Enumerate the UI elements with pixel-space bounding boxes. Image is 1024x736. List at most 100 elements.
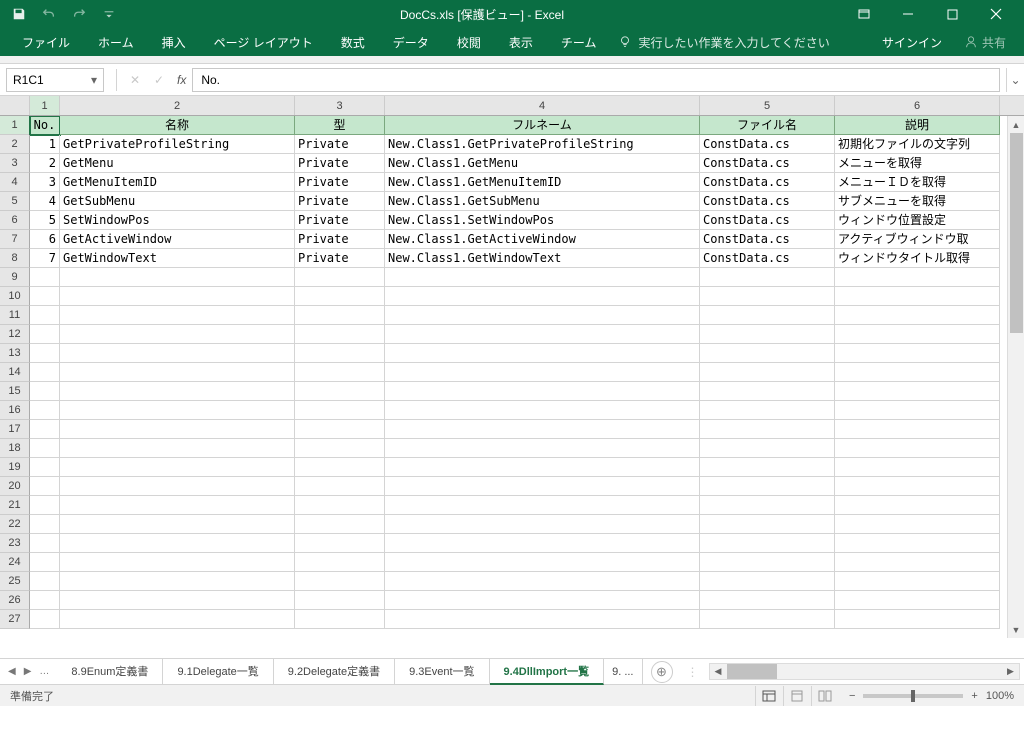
cell[interactable] (60, 496, 295, 515)
cell[interactable] (835, 553, 1000, 572)
tell-me[interactable]: 実行したい作業を入力してください (618, 34, 829, 51)
cell[interactable]: New.Class1.GetWindowText (385, 249, 700, 268)
row-header-17[interactable]: 17 (0, 420, 30, 439)
cell[interactable] (835, 439, 1000, 458)
cell[interactable] (835, 344, 1000, 363)
cell[interactable] (385, 420, 700, 439)
row-header-15[interactable]: 15 (0, 382, 30, 401)
cell[interactable] (700, 344, 835, 363)
cell[interactable] (60, 306, 295, 325)
cell[interactable] (60, 401, 295, 420)
cell[interactable]: Private (295, 135, 385, 154)
cell[interactable]: GetWindowText (60, 249, 295, 268)
cell[interactable] (835, 515, 1000, 534)
cell[interactable] (385, 477, 700, 496)
cell[interactable] (30, 287, 60, 306)
cell[interactable] (30, 382, 60, 401)
row-header-10[interactable]: 10 (0, 287, 30, 306)
cell[interactable] (835, 458, 1000, 477)
cell[interactable] (385, 572, 700, 591)
cell[interactable] (385, 268, 700, 287)
cell[interactable] (385, 515, 700, 534)
cell[interactable] (835, 363, 1000, 382)
cell[interactable] (700, 363, 835, 382)
cell[interactable] (295, 344, 385, 363)
formula-input[interactable]: No. (192, 68, 1000, 92)
cell[interactable] (60, 591, 295, 610)
col-header-4[interactable]: 4 (385, 96, 700, 115)
cell[interactable] (295, 591, 385, 610)
sheet-tab-0[interactable]: 8.9Enum定義書 (57, 659, 163, 685)
cell[interactable] (700, 496, 835, 515)
horizontal-scrollbar[interactable]: ◀ ▶ (709, 663, 1021, 680)
cell[interactable] (700, 401, 835, 420)
cell[interactable] (295, 496, 385, 515)
cell[interactable] (30, 363, 60, 382)
cell[interactable]: New.Class1.GetActiveWindow (385, 230, 700, 249)
row-header-1[interactable]: 1 (0, 116, 30, 135)
cell[interactable] (700, 553, 835, 572)
cell[interactable] (835, 325, 1000, 344)
row-header-16[interactable]: 16 (0, 401, 30, 420)
select-all-corner[interactable] (0, 96, 30, 115)
cell[interactable] (60, 382, 295, 401)
cell[interactable] (30, 401, 60, 420)
cell[interactable] (30, 344, 60, 363)
row-header-7[interactable]: 7 (0, 230, 30, 249)
cell[interactable]: 7 (30, 249, 60, 268)
cell[interactable] (385, 553, 700, 572)
cell[interactable]: Private (295, 249, 385, 268)
sheet-tab-4[interactable]: 9.4DllImport一覧 (490, 659, 605, 685)
scroll-right-button[interactable]: ▶ (1002, 666, 1019, 677)
cell[interactable] (385, 325, 700, 344)
cell[interactable]: GetSubMenu (60, 192, 295, 211)
cell[interactable]: GetPrivateProfileString (60, 135, 295, 154)
row-header-5[interactable]: 5 (0, 192, 30, 211)
expand-formula-bar[interactable]: ⌄ (1006, 68, 1024, 92)
undo-button[interactable] (36, 2, 62, 26)
share-button[interactable]: 共有 (954, 34, 1016, 51)
cell[interactable]: New.Class1.GetMenuItemID (385, 173, 700, 192)
cell[interactable] (30, 610, 60, 629)
cell[interactable] (60, 553, 295, 572)
cell[interactable] (30, 268, 60, 287)
cell[interactable] (60, 439, 295, 458)
sheet-nav-more[interactable]: … (39, 666, 49, 677)
cell[interactable] (835, 401, 1000, 420)
cell[interactable]: メニューＩＤを取得 (835, 173, 1000, 192)
cell[interactable] (60, 534, 295, 553)
cell[interactable]: ConstData.cs (700, 249, 835, 268)
cell[interactable]: ConstData.cs (700, 135, 835, 154)
scroll-left-button[interactable]: ◀ (710, 666, 727, 677)
cell[interactable] (30, 458, 60, 477)
cell[interactable]: 5 (30, 211, 60, 230)
spreadsheet-grid[interactable]: 123456 1No.名称型フルネームファイル名説明21GetPrivatePr… (0, 96, 1024, 658)
scroll-thumb[interactable] (1010, 133, 1023, 333)
cell[interactable] (700, 268, 835, 287)
cell[interactable]: フルネーム (385, 116, 700, 135)
name-box[interactable]: R1C1 ▾ (6, 68, 104, 92)
cell[interactable]: ファイル名 (700, 116, 835, 135)
cell[interactable] (295, 439, 385, 458)
cell[interactable]: New.Class1.GetSubMenu (385, 192, 700, 211)
cell[interactable] (835, 591, 1000, 610)
cell[interactable] (700, 458, 835, 477)
cell[interactable] (60, 477, 295, 496)
cell[interactable] (295, 325, 385, 344)
cell[interactable]: Private (295, 173, 385, 192)
row-header-2[interactable]: 2 (0, 135, 30, 154)
chevron-down-icon[interactable]: ▾ (91, 73, 97, 87)
cell[interactable] (295, 382, 385, 401)
cell[interactable] (835, 306, 1000, 325)
cell[interactable] (60, 515, 295, 534)
cell[interactable] (835, 268, 1000, 287)
row-header-12[interactable]: 12 (0, 325, 30, 344)
cell[interactable]: 4 (30, 192, 60, 211)
cell[interactable] (295, 477, 385, 496)
qat-customize[interactable] (96, 2, 122, 26)
cell[interactable] (295, 287, 385, 306)
maximize-button[interactable] (930, 0, 974, 28)
cell[interactable]: 6 (30, 230, 60, 249)
cell[interactable] (30, 591, 60, 610)
row-header-13[interactable]: 13 (0, 344, 30, 363)
